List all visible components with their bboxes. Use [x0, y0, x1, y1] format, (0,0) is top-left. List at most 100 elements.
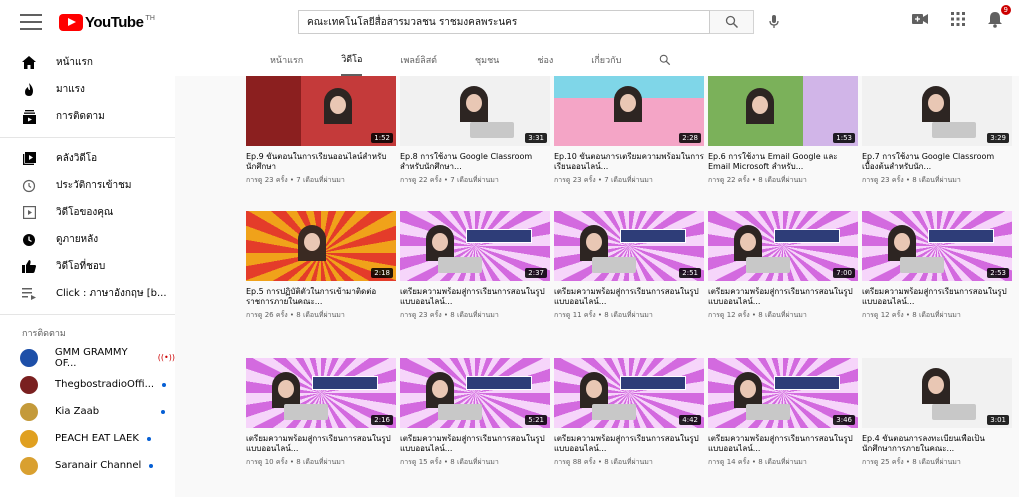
- video-card[interactable]: 3:01 Ep.4 ขั้นตอนการลงทะเบียนเพื่อเป็นนัก…: [862, 358, 1012, 468]
- video-card[interactable]: 2:28 Ep.10 ขั้นตอนการเตรียมความพร้อมในการ…: [554, 76, 704, 186]
- video-thumbnail[interactable]: 3:01: [862, 358, 1012, 428]
- video-card[interactable]: 1:52 Ep.9 ขั้นตอนในการเรียนออนไลน์สำหรับน…: [246, 76, 396, 186]
- video-card[interactable]: 3:46 เตรียมความพร้อมสู่การเรียนการสอนในรู…: [708, 358, 858, 468]
- channel-search-button[interactable]: [659, 44, 671, 76]
- video-duration: 7:00: [833, 268, 855, 278]
- video-thumbnail[interactable]: 7:00: [708, 211, 858, 281]
- subscription-item[interactable]: Saranair Channel: [0, 452, 175, 479]
- video-card[interactable]: 2:16 เตรียมความพร้อมสู่การเรียนการสอนในรู…: [246, 358, 396, 468]
- video-title[interactable]: เตรียมความพร้อมสู่การเรียนการสอนในรูปแบบ…: [554, 434, 704, 454]
- video-card[interactable]: 2:53 เตรียมความพร้อมสู่การเรียนการสอนในรู…: [862, 211, 1012, 321]
- subscription-item[interactable]: ThegbostradioOffi...: [0, 371, 175, 398]
- video-meta: การดู 12 ครั้ง • 8 เดือนที่ผ่านมา: [862, 311, 961, 319]
- video-thumbnail[interactable]: 2:18: [246, 211, 396, 281]
- logo-text: YouTube: [85, 13, 144, 31]
- video-thumbnail[interactable]: 3:31: [400, 76, 550, 146]
- search-input[interactable]: คณะเทคโนโลยีสื่อสารมวลชน ราชมงคลพระนคร: [298, 10, 710, 34]
- video-thumbnail[interactable]: 5:21: [400, 358, 550, 428]
- video-duration: 1:52: [371, 133, 393, 143]
- video-meta: การดู 12 ครั้ง • 8 เดือนที่ผ่านมา: [708, 311, 807, 319]
- video-card[interactable]: 5:21 เตรียมความพร้อมสู่การเรียนการสอนในรู…: [400, 358, 550, 468]
- video-title[interactable]: Ep.7 การใช้งาน Google Classroom เบื้องต้…: [862, 152, 1012, 172]
- tab-about[interactable]: เกี่ยวกับ: [591, 44, 621, 76]
- subscription-item[interactable]: PEACH EAT LAEK: [0, 425, 175, 452]
- sidebar-item-history[interactable]: ประวัติการเข้าชม: [0, 172, 175, 199]
- channel-name: GMM GRAMMY OF...: [54, 346, 128, 369]
- tab-channels[interactable]: ช่อง: [537, 44, 553, 76]
- video-card[interactable]: 2:51 เตรียมความพร้อมสู่การเรียนการสอนในรู…: [554, 211, 704, 321]
- header-actions: 9: [911, 5, 1011, 28]
- video-card[interactable]: 3:29 Ep.7 การใช้งาน Google Classroom เบื้…: [862, 76, 1012, 186]
- video-title[interactable]: Ep.5 การปฏิบัติตัวในการเข้ามาติดต่อราชกา…: [246, 287, 396, 307]
- video-duration: 3:31: [525, 133, 547, 143]
- tab-videos[interactable]: วิดีโอ: [341, 44, 363, 76]
- video-title[interactable]: เตรียมความพร้อมสู่การเรียนการสอนในรูปแบบ…: [862, 287, 1012, 307]
- video-thumbnail[interactable]: 4:42: [554, 358, 704, 428]
- video-row: 1:52 Ep.9 ขั้นตอนในการเรียนออนไลน์สำหรับน…: [246, 76, 1012, 186]
- tab-playlists[interactable]: เพลย์ลิสต์: [400, 44, 437, 76]
- sidebar-item-liked-videos[interactable]: วิดีโอที่ชอบ: [0, 253, 175, 280]
- youtube-logo[interactable]: YouTube TH: [59, 13, 155, 31]
- playlist-icon: [22, 287, 36, 301]
- video-thumbnail[interactable]: 2:53: [862, 211, 1012, 281]
- video-title[interactable]: เตรียมความพร้อมสู่การเรียนการสอนในรูปแบบ…: [554, 287, 704, 307]
- video-card[interactable]: 3:31 Ep.8 การใช้งาน Google Classroom สำหร…: [400, 76, 550, 186]
- sidebar-item-trending[interactable]: มาแรง: [0, 76, 175, 103]
- new-content-dot: [149, 463, 154, 468]
- video-card[interactable]: 1:53 Ep.6 การใช้งาน Email Google และ Emai…: [708, 76, 858, 186]
- video-meta: การดู 23 ครั้ง • 8 เดือนที่ผ่านมา: [862, 176, 961, 184]
- sidebar-item-home[interactable]: หน้าแรก: [0, 49, 175, 76]
- hamburger-menu-icon[interactable]: [20, 14, 42, 30]
- apps-grid-icon[interactable]: [951, 12, 965, 26]
- video-card[interactable]: 2:37 เตรียมความพร้อมสู่การเรียนการสอนในรู…: [400, 211, 550, 321]
- create-video-icon[interactable]: [911, 12, 929, 26]
- video-meta: การดู 15 ครั้ง • 8 เดือนที่ผ่านมา: [400, 458, 499, 466]
- video-title[interactable]: เตรียมความพร้อมสู่การเรียนการสอนในรูปแบบ…: [400, 287, 550, 307]
- video-title[interactable]: เตรียมความพร้อมสู่การเรียนการสอนในรูปแบบ…: [708, 287, 858, 307]
- voice-search-button[interactable]: [766, 12, 782, 32]
- video-card[interactable]: 4:42 เตรียมความพร้อมสู่การเรียนการสอนในรู…: [554, 358, 704, 468]
- notifications-button[interactable]: 9: [987, 5, 1011, 28]
- channel-avatar: [20, 402, 38, 421]
- video-thumbnail[interactable]: 2:51: [554, 211, 704, 281]
- video-thumbnail[interactable]: 2:37: [400, 211, 550, 281]
- bell-icon: [988, 12, 1002, 28]
- video-title[interactable]: เตรียมความพร้อมสู่การเรียนการสอนในรูปแบบ…: [246, 434, 396, 454]
- video-thumbnail[interactable]: 3:29: [862, 76, 1012, 146]
- video-title[interactable]: Ep.8 การใช้งาน Google Classroom สำหรับนั…: [400, 152, 550, 172]
- search-button[interactable]: [710, 10, 754, 34]
- video-title[interactable]: เตรียมความพร้อมสู่การเรียนการสอนในรูปแบบ…: [400, 434, 550, 454]
- video-title[interactable]: Ep.10 ขั้นตอนการเตรียมความพร้อมในการเรีย…: [554, 152, 704, 172]
- video-title[interactable]: Ep.6 การใช้งาน Email Google และ Email Mi…: [708, 152, 858, 172]
- tab-home[interactable]: หน้าแรก: [270, 44, 303, 76]
- sidebar-item-library[interactable]: คลังวิดีโอ: [0, 145, 175, 172]
- video-thumbnail[interactable]: 1:52: [246, 76, 396, 146]
- tab-community[interactable]: ชุมชน: [475, 44, 499, 76]
- sidebar-item-playlist[interactable]: Click : ภาษาอังกฤษ [b...: [0, 280, 175, 307]
- subscription-item[interactable]: Kia Zaab: [0, 398, 175, 425]
- video-card[interactable]: 7:00 เตรียมความพร้อมสู่การเรียนการสอนในรู…: [708, 211, 858, 321]
- sidebar-item-subscriptions[interactable]: การติดตาม: [0, 103, 175, 130]
- video-card[interactable]: 2:18 Ep.5 การปฏิบัติตัวในการเข้ามาติดต่อร…: [246, 211, 396, 321]
- video-meta: การดู 88 ครั้ง • 8 เดือนที่ผ่านมา: [554, 458, 653, 466]
- video-title[interactable]: เตรียมความพร้อมสู่การเรียนการสอนในรูปแบบ…: [708, 434, 858, 454]
- video-thumbnail[interactable]: 3:46: [708, 358, 858, 428]
- subscription-item[interactable]: GMM GRAMMY OF... ((•)): [0, 344, 175, 371]
- sidebar-item-watch-later[interactable]: ดูภายหลัง: [0, 226, 175, 253]
- video-duration: 5:21: [525, 415, 547, 425]
- video-meta: การดู 22 ครั้ง • 8 เดือนที่ผ่านมา: [708, 176, 807, 184]
- video-thumbnail[interactable]: 2:28: [554, 76, 704, 146]
- video-duration: 2:51: [679, 268, 701, 278]
- watch-later-icon: [22, 233, 36, 247]
- channel-avatar: [20, 375, 38, 394]
- channel-avatar: [20, 348, 38, 367]
- video-title[interactable]: Ep.9 ขั้นตอนในการเรียนออนไลน์สำหรับนักศึ…: [246, 152, 396, 172]
- channel-name: Kia Zaab: [55, 406, 100, 417]
- video-thumbnail[interactable]: 2:16: [246, 358, 396, 428]
- video-thumbnail[interactable]: 1:53: [708, 76, 858, 146]
- channel-name: PEACH EAT LAEK: [55, 433, 139, 444]
- sidebar-item-label: วิดีโอของคุณ: [56, 207, 114, 218]
- video-title[interactable]: Ep.4 ขั้นตอนการลงทะเบียนเพื่อเป็นนักศึกษ…: [862, 434, 1012, 454]
- notification-count-badge: 9: [1000, 5, 1011, 15]
- sidebar-item-your-videos[interactable]: วิดีโอของคุณ: [0, 199, 175, 226]
